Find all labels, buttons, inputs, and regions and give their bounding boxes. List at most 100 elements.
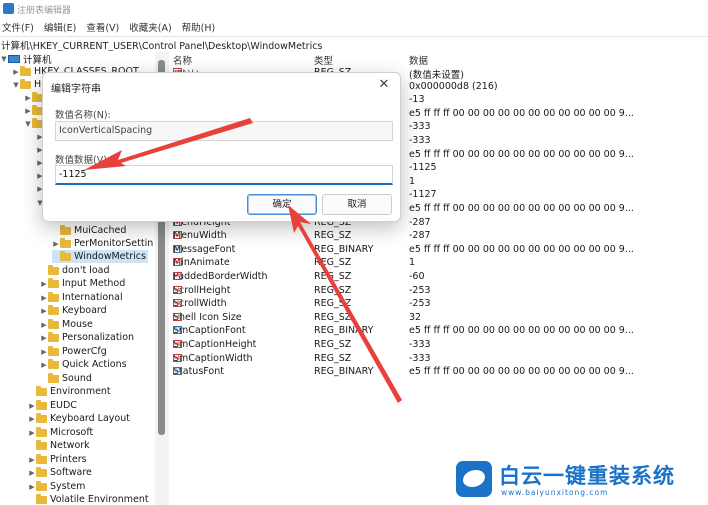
- value-name-text: SmCaptionHeight: [173, 339, 257, 350]
- value-type-cell: REG_SZ: [314, 339, 352, 350]
- tree-item[interactable]: ▶ Keyboard Layout: [28, 412, 130, 425]
- tree-item-label: H: [34, 79, 42, 90]
- chevron-right-icon[interactable]: ▶: [40, 348, 48, 356]
- tree-item[interactable]: ▶ Quick Actions: [40, 358, 127, 371]
- folder-icon: [36, 466, 47, 477]
- chevron-right-icon[interactable]: ▶: [40, 294, 48, 302]
- tree-item-label: don't load: [62, 265, 110, 276]
- tree-item[interactable]: ▶ Printers: [28, 453, 87, 466]
- string-value-icon: ab: [173, 299, 182, 308]
- menu-favorites[interactable]: 收藏夹(A): [127, 19, 175, 35]
- value-data-cell: -287: [409, 230, 431, 242]
- chevron-right-icon[interactable]: ▶: [52, 240, 60, 248]
- table-row[interactable]: ab MinAnimate REG_SZ 1: [169, 256, 708, 270]
- tree-item[interactable]: ▶ System: [28, 480, 85, 493]
- chevron-right-icon[interactable]: ▶: [28, 415, 36, 423]
- value-name-field[interactable]: IconVerticalSpacing: [55, 121, 393, 141]
- column-type-header[interactable]: 类型: [314, 53, 333, 67]
- chevron-right-icon[interactable]: ▶: [24, 94, 32, 102]
- table-row[interactable]: ab ScrollHeight REG_SZ -253: [169, 284, 708, 298]
- column-name-header[interactable]: 名称: [173, 53, 192, 67]
- menu-view[interactable]: 查看(V): [84, 19, 123, 35]
- table-row[interactable]: ab SmCaptionHeight REG_SZ -333: [169, 338, 708, 352]
- tree-item-hkcu[interactable]: ▼ H: [12, 78, 41, 91]
- chevron-right-icon[interactable]: ▶: [28, 402, 36, 410]
- chevron-right-icon[interactable]: ▶: [28, 456, 36, 464]
- string-value-icon: ab: [173, 285, 182, 294]
- string-value-icon: ab: [173, 340, 182, 348]
- tree-item[interactable]: ▶ EUDC: [28, 399, 77, 412]
- value-type-cell: REG_SZ: [314, 284, 352, 296]
- tree-item[interactable]: ▶ International: [40, 291, 123, 304]
- chevron-right-icon[interactable]: ▶: [40, 307, 48, 315]
- value-data-input[interactable]: -1125: [55, 165, 393, 185]
- folder-icon: [36, 412, 47, 423]
- tree-item-label: Environment: [50, 386, 111, 397]
- string-value-icon: ab: [173, 353, 182, 362]
- value-name-label: 数值名称(N):: [55, 110, 111, 121]
- menu-file[interactable]: 文件(F): [0, 19, 38, 35]
- table-row[interactable]: ab MenuWidth REG_SZ -287: [169, 229, 708, 243]
- site-watermark: 白云一键重装系统 www.baiyunxitong.com: [453, 457, 703, 501]
- chevron-right-icon[interactable]: ▶: [40, 280, 48, 288]
- menu-help[interactable]: 帮助(H): [180, 19, 220, 35]
- cancel-button[interactable]: 取消: [322, 194, 392, 215]
- table-row[interactable]: ab PaddedBorderWidth REG_SZ -60: [169, 270, 708, 284]
- value-name-cell: 01 SmCaptionFont: [173, 325, 246, 336]
- table-row[interactable]: 01 MessageFont REG_BINARY e5 ff ff ff 00 00…: [169, 243, 708, 257]
- value-name-cell: ab Shell Icon Size: [173, 312, 242, 323]
- tree-item-computer[interactable]: ▼ 计算机: [0, 52, 52, 66]
- tree-item[interactable]: Network: [28, 439, 90, 452]
- regedit-app-icon: [3, 3, 14, 14]
- chevron-right-icon[interactable]: ▶: [28, 429, 36, 437]
- chevron-right-icon[interactable]: ▶: [40, 321, 48, 329]
- value-type-cell: REG_SZ: [314, 257, 352, 269]
- edit-string-dialog: 编辑字符串 ✕ 数值名称(N): IconVerticalSpacing 数值数…: [42, 72, 401, 222]
- tree-item[interactable]: don't load: [40, 264, 110, 277]
- chevron-right-icon[interactable]: ▶: [28, 469, 36, 477]
- value-data-cell: -333: [409, 339, 431, 350]
- table-row[interactable]: ab SmCaptionWidth REG_SZ -333: [169, 352, 708, 366]
- tree-item-muicached[interactable]: MuiCached: [52, 224, 126, 237]
- close-icon[interactable]: ✕: [376, 77, 392, 92]
- value-data-cell: 32: [409, 311, 422, 323]
- tree-item-permonitorsettings[interactable]: ▶ PerMonitorSettin: [52, 237, 153, 250]
- table-row[interactable]: 01 StatusFont REG_BINARY e5 ff ff ff 00 00 …: [169, 365, 708, 379]
- tree-item[interactable]: ▶ Personalization: [40, 331, 134, 344]
- tree-item[interactable]: Volatile Environment: [28, 493, 149, 505]
- chevron-right-icon[interactable]: ▶: [24, 107, 32, 115]
- tree-item[interactable]: Environment: [28, 385, 111, 398]
- value-data-cell: -287: [409, 216, 431, 228]
- value-name-cell: ab PaddedBorderWidth: [173, 271, 268, 282]
- table-row[interactable]: 01 SmCaptionFont REG_BINARY e5 ff ff ff 00 …: [169, 324, 708, 338]
- value-data-cell: -333: [409, 135, 431, 146]
- watermark-text: 白云一键重装系统: [499, 464, 675, 488]
- address-bar[interactable]: 计算机\HKEY_CURRENT_USER\Control Panel\Desk…: [0, 36, 708, 51]
- value-data-cell: e5 ff ff ff 00 00 00 00 00 00 00 00 00 0…: [409, 107, 634, 119]
- tree-item[interactable]: Sound: [40, 372, 92, 385]
- table-row[interactable]: ab ScrollWidth REG_SZ -253: [169, 297, 708, 311]
- value-type-cell: REG_SZ: [314, 271, 352, 282]
- table-row[interactable]: ab Shell Icon Size REG_SZ 32: [169, 311, 708, 325]
- tree-item[interactable]: ▶ Microsoft: [28, 426, 93, 439]
- tree-item[interactable]: ▶ Input Method: [40, 277, 125, 290]
- value-name-text: Shell Icon Size: [173, 311, 242, 323]
- tree-item[interactable]: ▶ Mouse: [40, 318, 93, 331]
- chevron-right-icon[interactable]: ▶: [40, 361, 48, 369]
- tree-item[interactable]: ▶ PowerCfg: [40, 345, 107, 358]
- dialog-title: 编辑字符串: [51, 84, 101, 95]
- chevron-right-icon[interactable]: ▶: [12, 68, 20, 76]
- ok-button[interactable]: 确定: [247, 194, 317, 215]
- chevron-right-icon[interactable]: ▶: [40, 334, 48, 342]
- value-data-cell: e5 ff ff ff 00 00 00 00 00 00 00 00 00 0…: [409, 325, 634, 337]
- tree-item[interactable]: ▶ Software: [28, 466, 92, 479]
- tree-item-windowmetrics[interactable]: WindowMetrics: [52, 250, 148, 263]
- chevron-down-icon[interactable]: ▼: [24, 120, 32, 128]
- chevron-right-icon[interactable]: ▶: [28, 483, 36, 491]
- chevron-down-icon[interactable]: ▼: [12, 81, 20, 89]
- tree-item-label: Keyboard Layout: [50, 413, 130, 424]
- chevron-down-icon[interactable]: ▼: [0, 55, 8, 63]
- tree-item[interactable]: ▶ Keyboard: [40, 304, 107, 317]
- column-data-header[interactable]: 数据: [409, 53, 428, 67]
- menu-edit[interactable]: 编辑(E): [42, 19, 80, 35]
